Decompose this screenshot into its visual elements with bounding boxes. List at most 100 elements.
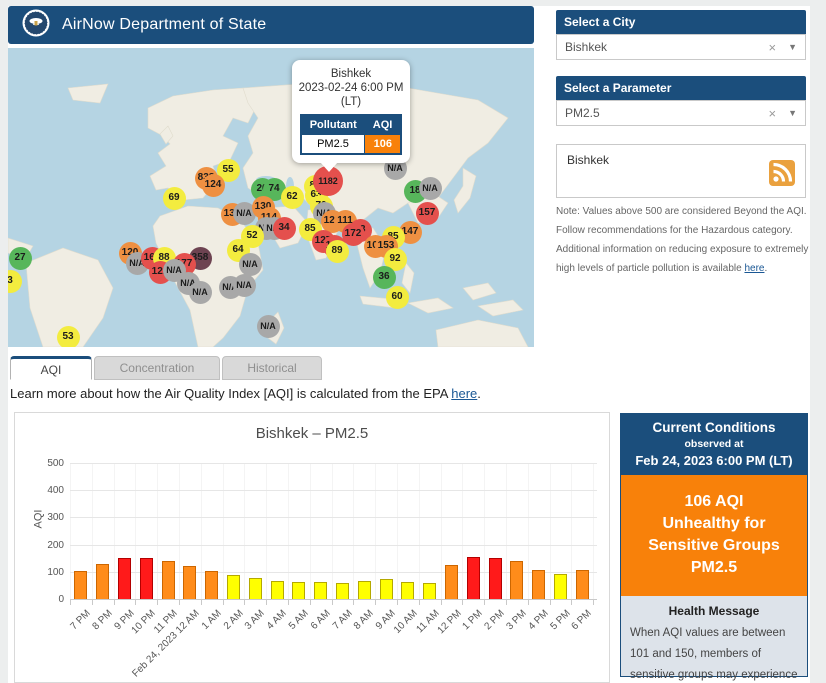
chart-bar-10-am[interactable] — [401, 581, 415, 599]
vertical-gridline — [113, 463, 115, 599]
vertical-gridline — [462, 463, 464, 599]
parameter-clear-icon[interactable]: × — [768, 106, 776, 121]
chart-bar-1-pm[interactable] — [466, 557, 480, 599]
x-axis-tick — [200, 600, 202, 605]
map-marker-89[interactable]: 89 — [325, 239, 349, 263]
parameter-caret-icon[interactable]: ▼ — [788, 108, 797, 118]
rss-feed-box[interactable]: Bishkek — [556, 144, 806, 198]
x-axis-tick — [375, 600, 377, 605]
city-caret-icon[interactable]: ▼ — [788, 42, 797, 52]
chart-bar-11-am[interactable] — [423, 582, 437, 599]
x-axis-tick — [70, 600, 71, 605]
x-axis-tick — [266, 600, 268, 605]
popup-timezone: (LT) — [340, 96, 362, 108]
vertical-gridline — [397, 463, 398, 599]
x-axis-tick — [113, 600, 115, 605]
map-marker-n-a[interactable]: N/A — [188, 280, 212, 304]
map-marker-34[interactable]: 34 — [272, 216, 296, 240]
rss-icon[interactable] — [769, 160, 795, 191]
popup-aqi-header: AQI — [364, 115, 402, 135]
chart-bar-2-am[interactable] — [227, 575, 240, 599]
note-text: Note: Values above 500 are considered Be… — [556, 202, 810, 278]
current-aqi-value: 106 AQI — [684, 493, 744, 510]
map-marker-60[interactable]: 60 — [385, 285, 409, 309]
chart-bar-10-pm[interactable] — [139, 557, 153, 599]
chart-bar-4-am[interactable] — [270, 581, 284, 599]
chart-bar-3-pm[interactable] — [510, 560, 524, 599]
x-axis-tick — [222, 600, 224, 605]
parameter-select[interactable]: PM2.5 × ▼ — [556, 100, 806, 126]
vertical-gridline — [484, 463, 486, 599]
chart-bar-9-am[interactable] — [379, 578, 393, 599]
chart-title: Bishkek – PM2.5 — [255, 425, 369, 442]
map-marker-69[interactable]: 69 — [162, 186, 186, 210]
chart-bar-8-pm[interactable] — [96, 563, 110, 599]
vertical-gridline — [244, 463, 246, 599]
chart-bar-6-am[interactable] — [314, 582, 328, 599]
aqi-chart-panel: Bishkek – PM2.5 AQI 0 100 200 300 400 500 7 PM… — [14, 412, 610, 683]
map-marker-n-a[interactable]: N/A — [418, 176, 442, 200]
chart-bar-8-am[interactable] — [357, 581, 371, 599]
note-body: Note: Values above 500 are considered Be… — [556, 206, 809, 274]
map[interactable]: 5583812469207462N/A8963118218N/A139N/A13… — [8, 48, 534, 347]
chart-bar-5-pm[interactable] — [554, 573, 567, 599]
chart-bar-2-pm[interactable] — [488, 557, 502, 599]
chart-bar-11-pm[interactable] — [161, 560, 175, 599]
chart-bar-7-am[interactable] — [336, 583, 349, 599]
map-marker-36[interactable]: 36 — [372, 265, 396, 289]
x-axis-tick — [179, 600, 180, 605]
tab-historical[interactable]: Historical — [222, 356, 322, 380]
content-area: AirNow Department of State 55 124 69 74 … — [8, 6, 810, 683]
y-tick-label-0: 0 — [58, 594, 64, 605]
city-select[interactable]: Bishkek × ▼ — [556, 34, 806, 60]
vertical-gridline — [266, 463, 268, 599]
map-marker-124[interactable]: 124 — [201, 173, 225, 197]
vertical-gridline — [288, 463, 289, 599]
map-marker-157[interactable]: 157 — [415, 201, 439, 225]
popup-table: Pollutant AQI PM2.5 106 — [299, 114, 403, 155]
map-popup[interactable]: Bishkek 2023-02-24 6:00 PM (LT) Pollutan… — [292, 60, 410, 172]
app-title: AirNow Department of State — [62, 16, 267, 33]
chart-bar-feb-24-2023-12-am[interactable] — [183, 565, 197, 599]
popup-tail — [320, 162, 338, 172]
city-select-value: Bishkek — [565, 40, 608, 54]
vertical-gridline — [440, 463, 442, 599]
learn-more-here-link[interactable]: here — [451, 386, 477, 401]
vertical-gridline — [135, 463, 137, 599]
learn-more-text: Learn more about how the Air Quality Ind… — [10, 386, 481, 401]
map-marker-62[interactable]: 62 — [280, 185, 304, 209]
city-clear-icon[interactable]: × — [768, 40, 776, 55]
tab-aqi[interactable]: AQI — [10, 356, 92, 380]
app-header: AirNow Department of State — [8, 6, 534, 44]
tab-concentration[interactable]: Concentration — [94, 356, 220, 380]
map-marker-n-a[interactable]: N/A — [238, 252, 262, 276]
vertical-gridline — [593, 463, 595, 599]
chart-bar-5-am[interactable] — [292, 582, 306, 599]
note-here-link[interactable]: here — [744, 263, 764, 274]
note-suffix: . — [764, 263, 768, 274]
map-marker-53[interactable]: 53 — [56, 325, 80, 347]
vertical-gridline — [353, 463, 355, 599]
x-axis-tick — [571, 600, 573, 605]
chart-bar-9-pm[interactable] — [118, 557, 131, 599]
chart-bar-4-pm[interactable] — [532, 569, 546, 599]
chart-bar-7-pm[interactable] — [74, 570, 88, 599]
chart-bar-3-am[interactable] — [248, 577, 262, 599]
x-axis-tick — [462, 600, 464, 605]
x-axis-tick — [244, 600, 246, 605]
y-tick-label-500: 500 — [47, 458, 64, 469]
vertical-gridline — [222, 463, 224, 599]
map-marker-n-a[interactable]: N/A — [256, 314, 280, 338]
tab-bar: AQI Concentration Historical — [10, 356, 324, 380]
chart-bar-6-pm[interactable] — [575, 570, 589, 599]
vertical-gridline — [571, 463, 573, 599]
map-marker-n-a[interactable]: N/A — [232, 273, 256, 297]
health-message-title: Health Message — [668, 604, 760, 618]
chart-bar-12-pm[interactable] — [445, 565, 458, 599]
vertical-gridline — [179, 463, 180, 599]
learn-more-body: Learn more about how the Air Quality Ind… — [10, 386, 452, 401]
vertical-gridline — [331, 463, 333, 599]
map-marker-27[interactable]: 27 — [8, 246, 32, 270]
chart-bar-1-am[interactable] — [205, 570, 219, 599]
gridline-300 — [70, 517, 597, 519]
